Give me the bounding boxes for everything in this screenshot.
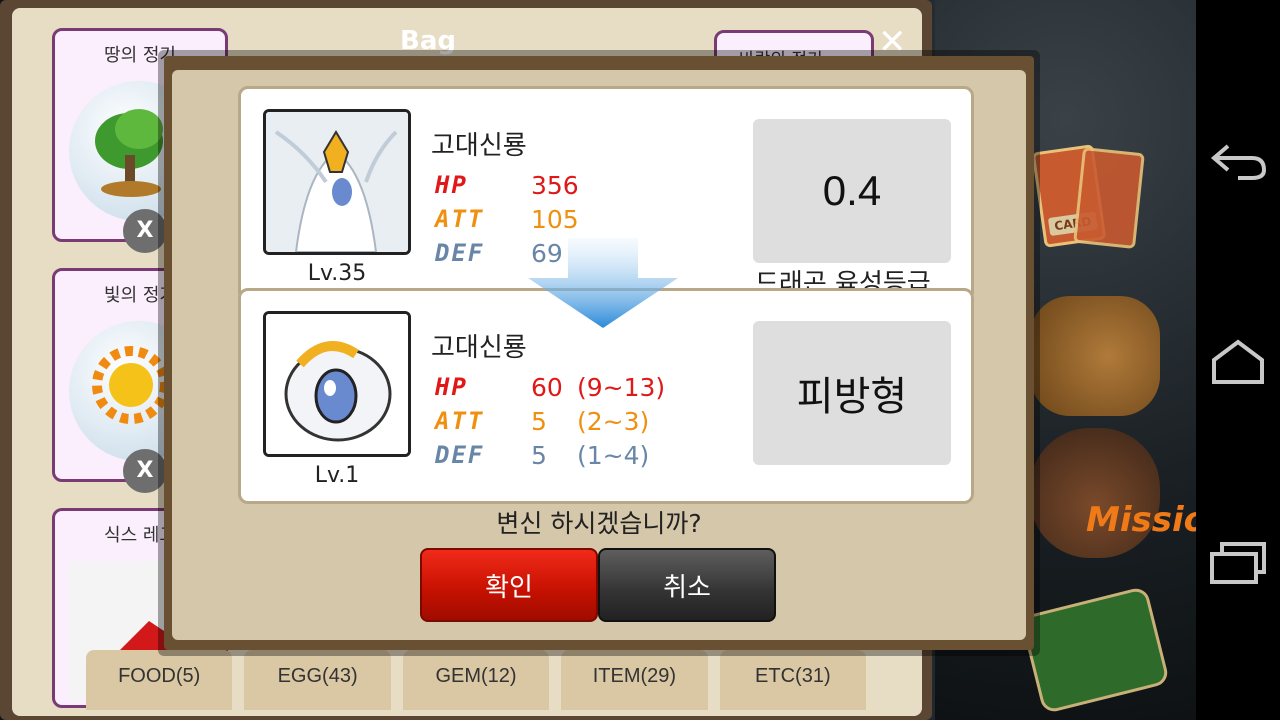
dragon-level: Lv.1	[314, 463, 360, 488]
tab-egg[interactable]: EGG(43)	[244, 650, 391, 710]
card-icon-back	[1073, 147, 1145, 249]
att-value: 5	[531, 407, 547, 436]
dragon-name: 고대신룡	[431, 131, 527, 161]
dragon-portrait	[263, 311, 411, 457]
tab-etc[interactable]: ETC(31)	[719, 650, 867, 710]
dragon-portrait	[263, 109, 411, 255]
hp-label: HP	[435, 373, 468, 401]
grade-label: 드래곤 육성등급	[755, 269, 931, 289]
transform-question: 변신 하시겠습니까?	[496, 509, 702, 538]
dragon-type-box: 피방형	[753, 321, 951, 465]
def-label: DEF	[435, 239, 485, 267]
cancel-label: 취소	[663, 572, 711, 603]
hp-range: (9~13)	[577, 373, 666, 402]
att-value: 105	[531, 205, 579, 234]
transform-dialog: Lv.35 고대신룡 HP 356 ATT 105 DEF 69 0.4 드래곤…	[164, 56, 1034, 650]
dragon-level: Lv.35	[307, 261, 367, 286]
system-nav-bar	[1196, 0, 1280, 720]
hp-label: HP	[435, 171, 468, 199]
grade-value: 0.4	[822, 167, 882, 214]
def-value: 5	[531, 441, 547, 470]
tab-gem[interactable]: GEM(12)	[402, 650, 550, 710]
att-range: (2~3)	[577, 407, 650, 436]
mission-label: Mission	[1086, 500, 1196, 540]
hp-value: 60	[531, 373, 563, 402]
def-range: (1~4)	[577, 441, 650, 470]
home-icon[interactable]	[1206, 330, 1270, 390]
confirm-label: 확인	[485, 572, 533, 603]
cancel-button[interactable]: 취소	[598, 548, 776, 622]
confirm-button[interactable]: 확인	[420, 548, 598, 622]
down-arrow-icon	[528, 238, 678, 332]
att-label: ATT	[435, 407, 485, 435]
recents-icon[interactable]	[1206, 532, 1270, 592]
tab-food[interactable]: FOOD(5)	[86, 650, 233, 710]
dialog-body: Lv.35 고대신룡 HP 356 ATT 105 DEF 69 0.4 드래곤…	[172, 70, 1026, 640]
bag-category-tabs: FOOD(5) EGG(43) GEM(12) ITEM(29) ETC(31)	[86, 650, 867, 710]
backpack-icon[interactable]	[1030, 296, 1160, 416]
def-label: DEF	[435, 441, 485, 469]
grade-value-box: 0.4	[753, 119, 951, 263]
dragon-name: 고대신룡	[431, 333, 527, 363]
dragon-type: 피방형	[796, 374, 908, 420]
tab-item[interactable]: ITEM(29)	[561, 650, 708, 710]
hp-value: 356	[531, 171, 579, 200]
back-icon[interactable]	[1206, 130, 1270, 190]
att-label: ATT	[435, 205, 485, 233]
